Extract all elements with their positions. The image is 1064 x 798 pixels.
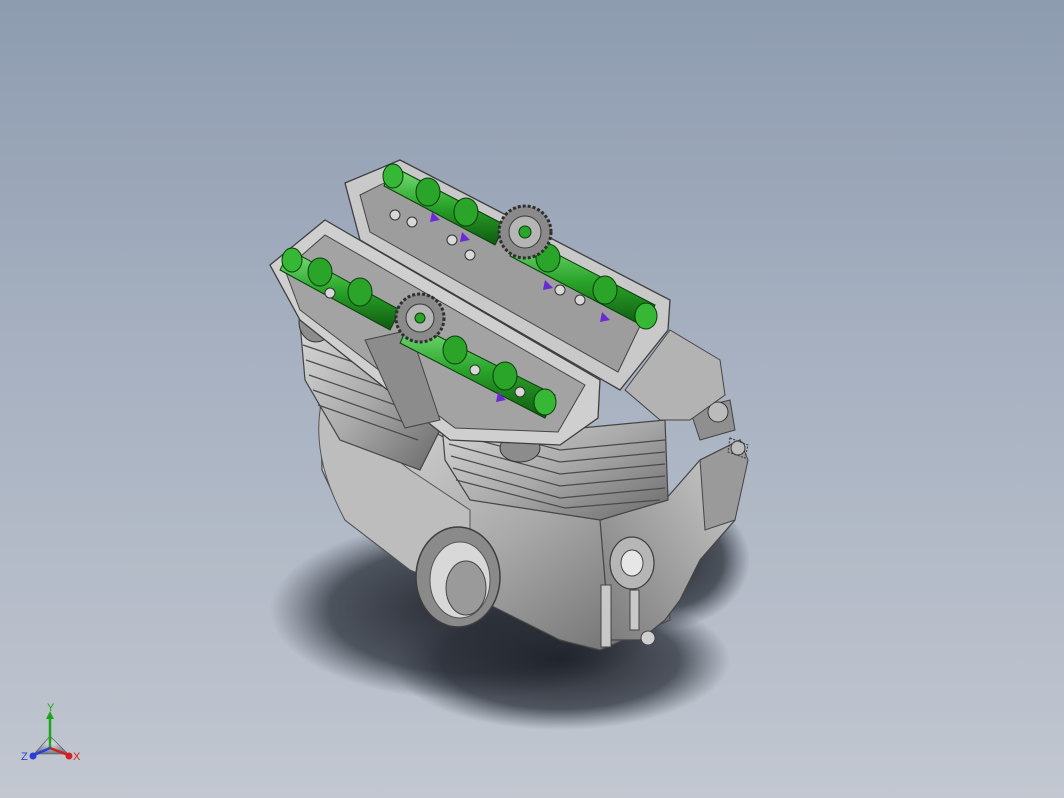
z-axis-label: Z xyxy=(21,751,28,763)
x-axis-tip xyxy=(65,752,73,760)
graphics-viewport[interactable]: Y X Z xyxy=(0,0,1064,798)
view-triad[interactable]: Y X Z xyxy=(18,702,88,772)
x-axis-label: X xyxy=(73,751,81,763)
cam-sprocket-front xyxy=(394,292,446,344)
engine-model[interactable] xyxy=(0,0,1064,798)
y-axis-label: Y xyxy=(47,702,55,714)
cam-sprocket-rear xyxy=(497,204,553,260)
z-axis-tip xyxy=(29,752,37,760)
